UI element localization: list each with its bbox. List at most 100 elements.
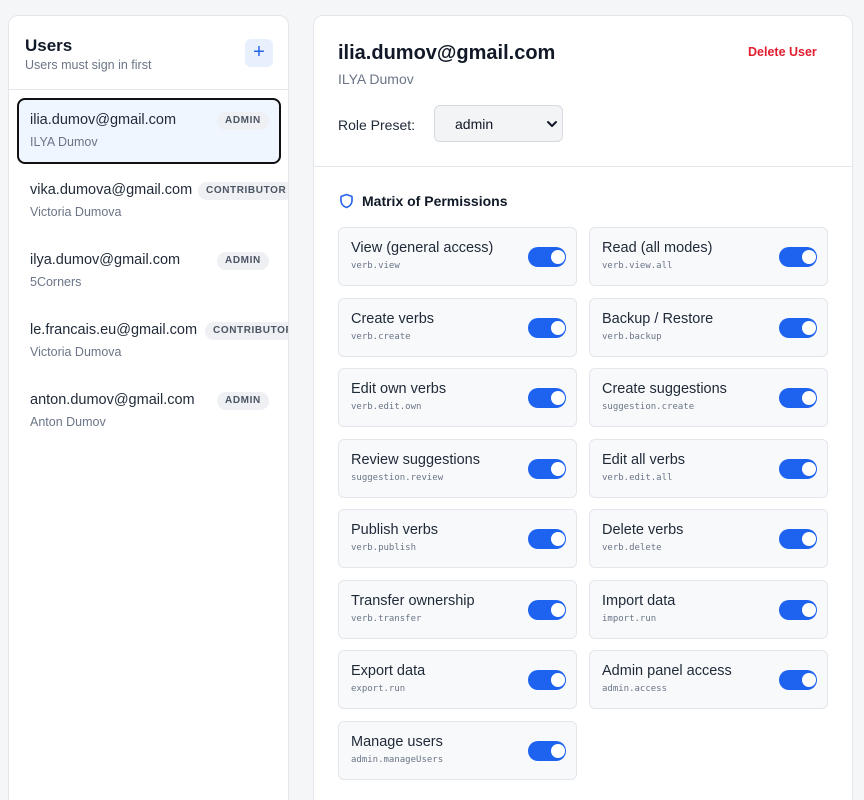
permission-label: Transfer ownership (351, 593, 475, 609)
toggle-knob (551, 321, 565, 335)
permission-toggle[interactable] (779, 318, 817, 338)
user-email: vika.dumova@gmail.com (30, 182, 193, 198)
delete-user-button[interactable]: Delete User (748, 45, 817, 59)
permission-card: Read (all modes) verb.view.all (589, 227, 828, 286)
permission-toggle[interactable] (779, 600, 817, 620)
permission-key: verb.transfer (351, 614, 422, 624)
permission-label: View (general access) (351, 240, 494, 256)
user-detail-panel: ilia.dumov@gmail.com ILYA Dumov Delete U… (313, 15, 853, 800)
permission-label: Backup / Restore (602, 311, 714, 327)
toggle-knob (802, 673, 816, 687)
permission-key: verb.backup (602, 332, 662, 342)
role-preset-select[interactable]: admin (434, 105, 563, 142)
permission-label: Manage users (351, 734, 443, 750)
user-list-item[interactable]: anton.dumov@gmail.com ADMIN Anton Dumov (17, 378, 281, 444)
permission-label: Create verbs (351, 311, 435, 327)
user-list-item[interactable]: ilya.dumov@gmail.com ADMIN 5Corners (17, 238, 281, 304)
permission-toggle[interactable] (779, 388, 817, 408)
matrix-title: Matrix of Permissions (362, 193, 508, 209)
permission-toggle[interactable] (528, 741, 566, 761)
permission-card: Review suggestions suggestion.review (338, 439, 577, 498)
permission-card: Transfer ownership verb.transfer (338, 580, 577, 639)
permission-toggle[interactable] (528, 247, 566, 267)
shield-icon (340, 193, 353, 209)
permission-key: verb.edit.own (351, 402, 422, 412)
permission-card: Publish verbs verb.publish (338, 509, 577, 568)
permission-key: import.run (602, 614, 657, 624)
permission-card: Edit all verbs verb.edit.all (589, 439, 828, 498)
permission-toggle[interactable] (779, 670, 817, 690)
toggle-knob (802, 250, 816, 264)
permission-card: Create suggestions suggestion.create (589, 368, 828, 427)
users-subtitle: Users must sign in first (25, 58, 152, 72)
detail-email: ilia.dumov@gmail.com (338, 42, 556, 64)
permission-label: Edit own verbs (351, 381, 447, 397)
user-name: Victoria Dumova (30, 205, 122, 219)
role-badge: ADMIN (217, 112, 269, 130)
permission-key: verb.publish (351, 543, 417, 553)
permission-card: Export data export.run (338, 650, 577, 709)
permission-card: Manage users admin.manageUsers (338, 721, 577, 780)
permission-card: Create verbs verb.create (338, 298, 577, 357)
users-header: Users Users must sign in first + (9, 16, 288, 90)
toggle-knob (551, 391, 565, 405)
permission-key: verb.edit.all (602, 473, 673, 483)
permission-key: admin.access (602, 684, 668, 694)
permission-key: verb.delete (602, 543, 662, 553)
user-name: Victoria Dumova (30, 345, 122, 359)
user-name: 5Corners (30, 275, 82, 289)
permission-card: Edit own verbs verb.edit.own (338, 368, 577, 427)
toggle-knob (551, 250, 565, 264)
permission-card: Import data import.run (589, 580, 828, 639)
permission-toggle[interactable] (528, 600, 566, 620)
toggle-knob (802, 603, 816, 617)
users-title: Users (25, 36, 73, 55)
user-email: anton.dumov@gmail.com (30, 392, 195, 408)
permission-toggle[interactable] (779, 459, 817, 479)
toggle-knob (551, 603, 565, 617)
user-email: ilia.dumov@gmail.com (30, 112, 177, 128)
detail-name: ILYA Dumov (338, 71, 414, 87)
permission-key: verb.view (351, 261, 400, 271)
user-list-item[interactable]: le.francais.eu@gmail.com CONTRIBUTOR Vic… (17, 308, 288, 374)
add-user-button[interactable]: + (245, 39, 273, 67)
toggle-knob (802, 391, 816, 405)
user-list-item[interactable]: ilia.dumov@gmail.com ADMIN ILYA Dumov (17, 98, 281, 164)
permission-label: Review suggestions (351, 452, 480, 468)
permission-toggle[interactable] (528, 529, 566, 549)
permission-key: export.run (351, 684, 406, 694)
toggle-knob (551, 462, 565, 476)
user-email: ilya.dumov@gmail.com (30, 252, 181, 268)
role-preset-label: Role Preset: (338, 117, 416, 133)
permission-label: Read (all modes) (602, 240, 713, 256)
permission-label: Delete verbs (602, 522, 684, 538)
permission-card: Delete verbs verb.delete (589, 509, 828, 568)
permission-label: Edit all verbs (602, 452, 686, 468)
permission-toggle[interactable] (779, 529, 817, 549)
permission-card: Backup / Restore verb.backup (589, 298, 828, 357)
permission-key: suggestion.create (602, 402, 695, 412)
permission-toggle[interactable] (779, 247, 817, 267)
permission-key: admin.manageUsers (351, 755, 444, 765)
permission-label: Export data (351, 663, 426, 679)
permission-card: View (general access) verb.view (338, 227, 577, 286)
toggle-knob (551, 532, 565, 546)
permission-toggle[interactable] (528, 459, 566, 479)
permission-key: verb.view.all (602, 261, 673, 271)
user-email: le.francais.eu@gmail.com (30, 322, 198, 338)
permission-key: verb.create (351, 332, 411, 342)
plus-icon: + (253, 41, 265, 63)
toggle-knob (551, 744, 565, 758)
role-badge: CONTRIBUTOR (205, 322, 288, 340)
user-name: Anton Dumov (30, 415, 106, 429)
permission-toggle[interactable] (528, 670, 566, 690)
permission-toggle[interactable] (528, 388, 566, 408)
user-list-item[interactable]: vika.dumova@gmail.com CONTRIBUTOR Victor… (17, 168, 288, 234)
permission-key: suggestion.review (351, 473, 444, 483)
permission-label: Import data (602, 593, 676, 609)
user-name: ILYA Dumov (30, 135, 98, 149)
role-preset-value: admin (455, 116, 494, 132)
role-badge: ADMIN (217, 392, 269, 410)
chevron-down-icon (547, 121, 557, 127)
permission-toggle[interactable] (528, 318, 566, 338)
